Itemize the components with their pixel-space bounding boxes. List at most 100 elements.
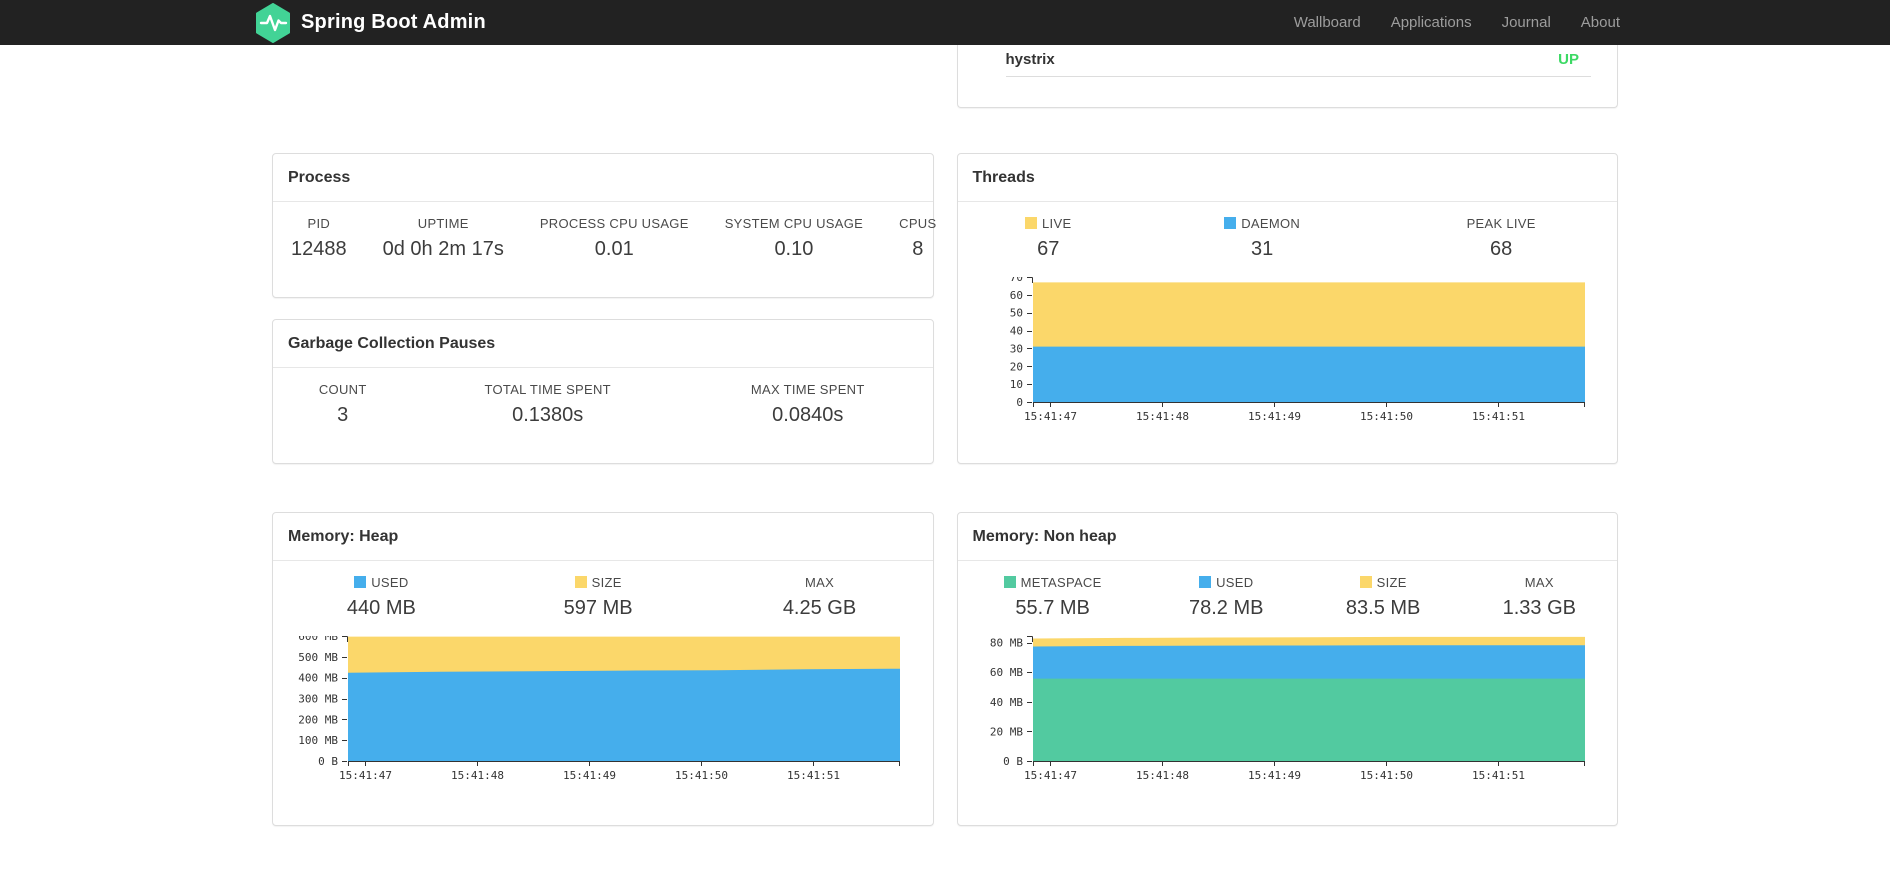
memory-nonheap-panel-title: Memory: Non heap — [957, 513, 1617, 561]
navbar-container: Spring Boot Admin Wallboard Applications… — [255, 0, 1635, 45]
metric-value: 0.10 — [774, 238, 814, 260]
metric-label: PEAK LIVE — [1466, 216, 1536, 231]
threads-metrics: LIVE 67 DAEMON 31 PEAK LIVE 68 — [958, 214, 1618, 263]
metric-max-time-spent: MAX TIME SPENT 0.0840s — [683, 380, 933, 429]
metric-count: COUNT 3 — [273, 380, 412, 429]
metric-value: 0.0840s — [772, 404, 844, 426]
nav-item-journal[interactable]: Journal — [1487, 0, 1566, 45]
legend-swatch-icon — [1003, 576, 1016, 588]
threads-panel-title: Threads — [957, 154, 1617, 202]
metric-value: 1.33 GB — [1502, 597, 1576, 619]
memory-nonheap-metrics: METASPACE 55.7 MB USED 78.2 MB SIZE 83.5 MB MA… — [958, 573, 1618, 622]
navbar: Spring Boot Admin Wallboard Applications… — [0, 0, 1890, 45]
main-content: hystrix UP Process PID 12488 UPTIME 0d 0h 2… — [272, 0, 1618, 826]
metric-live: LIVE 67 — [958, 214, 1139, 263]
metric-process-cpu-usage: PROCESS CPU USAGE 0.01 — [522, 214, 707, 263]
metric-label: METASPACE — [976, 575, 1130, 590]
svg-text:80 MB: 80 MB — [989, 637, 1022, 650]
metric-used: USED 78.2 MB — [1148, 573, 1305, 622]
application-name[interactable]: hystrix — [1006, 51, 1055, 68]
metric-label: SYSTEM CPU USAGE — [724, 216, 864, 231]
svg-text:15:41:48: 15:41:48 — [451, 769, 504, 782]
memory-heap-panel: Memory: Heap USED 440 MB SIZE 597 MB MAX 4.25… — [272, 512, 934, 826]
svg-text:15:41:50: 15:41:50 — [675, 769, 728, 782]
svg-text:600 MB: 600 MB — [298, 636, 338, 643]
svg-text:20: 20 — [1009, 360, 1022, 373]
metric-daemon: DAEMON 31 — [1139, 214, 1385, 263]
svg-text:15:41:51: 15:41:51 — [1472, 769, 1525, 782]
spring-boot-admin-logo-icon — [255, 2, 291, 43]
metric-value: 55.7 MB — [1015, 597, 1090, 619]
svg-text:15:41:50: 15:41:50 — [1360, 769, 1413, 782]
legend-swatch-icon — [1224, 217, 1237, 229]
application-list-item-hystrix[interactable]: hystrix UP — [958, 45, 1618, 68]
svg-text:0: 0 — [1016, 396, 1023, 409]
metric-size: SIZE 83.5 MB — [1305, 573, 1462, 622]
metric-value: 597 MB — [563, 597, 633, 619]
nav-item-about[interactable]: About — [1566, 0, 1635, 45]
applications-panel: hystrix UP — [956, 45, 1618, 108]
metric-label: SIZE — [508, 575, 689, 590]
svg-text:30: 30 — [1009, 342, 1022, 355]
gc-panel: Garbage Collection Pauses COUNT 3 TOTAL TI… — [272, 319, 934, 464]
details-row-1: Process PID 12488 UPTIME 0d 0h 2m 17s PROCES… — [272, 153, 1618, 464]
svg-text:15:41:51: 15:41:51 — [1472, 410, 1525, 423]
svg-text:50: 50 — [1009, 307, 1022, 320]
svg-text:70: 70 — [1009, 277, 1022, 284]
metric-label: USED — [291, 575, 472, 590]
legend-swatch-icon — [1025, 217, 1038, 229]
metric-pid: PID 12488 — [273, 214, 365, 263]
metric-label: SIZE — [1323, 575, 1444, 590]
metric-value: 68 — [1490, 238, 1513, 260]
metric-peak-live: PEAK LIVE 68 — [1385, 214, 1617, 263]
threads-chart: 0 10 20 30 40 50 60 70 15:41:47 15:41:48 15:41:49 1… — [973, 277, 1603, 427]
metric-label: USED — [1166, 575, 1287, 590]
svg-text:0 B: 0 B — [318, 755, 338, 768]
svg-text:15:41:48: 15:41:48 — [1136, 410, 1189, 423]
metric-value: 67 — [1037, 238, 1060, 260]
metric-value: 0.01 — [594, 238, 634, 260]
metric-uptime: UPTIME 0d 0h 2m 17s — [365, 214, 522, 263]
process-panel-title: Process — [273, 154, 933, 202]
svg-text:15:41:47: 15:41:47 — [339, 769, 392, 782]
metric-label: DAEMON — [1157, 216, 1367, 231]
memory-heap-chart: 0 B 100 MB 200 MB 300 MB 400 MB 500 MB 600 MB 1… — [288, 636, 918, 786]
svg-text:15:41:50: 15:41:50 — [1360, 410, 1413, 423]
metric-value: 12488 — [291, 238, 347, 260]
application-status-badge: UP — [1558, 51, 1579, 68]
metric-label: PID — [307, 216, 331, 231]
metric-value: 0.1380s — [512, 404, 584, 426]
svg-text:300 MB: 300 MB — [298, 693, 338, 706]
applications-row: hystrix UP — [272, 45, 1618, 108]
metric-max: MAX 1.33 GB — [1462, 573, 1617, 622]
metric-label: TOTAL TIME SPENT — [484, 382, 611, 397]
legend-swatch-icon — [1359, 576, 1372, 588]
metric-total-time-spent: TOTAL TIME SPENT 0.1380s — [412, 380, 683, 429]
svg-text:15:41:49: 15:41:49 — [563, 769, 616, 782]
nav-item-wallboard[interactable]: Wallboard — [1279, 0, 1376, 45]
metric-system-cpu-usage: SYSTEM CPU USAGE 0.10 — [707, 214, 881, 263]
brand[interactable]: Spring Boot Admin — [255, 2, 486, 43]
metric-value: 8 — [912, 238, 924, 260]
memory-nonheap-panel: Memory: Non heap METASPACE 55.7 MB USED 78.… — [956, 512, 1618, 826]
legend-swatch-icon — [574, 576, 587, 588]
svg-text:15:41:49: 15:41:49 — [1248, 769, 1301, 782]
svg-text:40 MB: 40 MB — [989, 696, 1022, 709]
metric-label: MAX — [804, 575, 835, 590]
nav-item-applications[interactable]: Applications — [1376, 0, 1487, 45]
legend-swatch-icon — [1199, 576, 1212, 588]
svg-text:15:41:51: 15:41:51 — [787, 769, 840, 782]
svg-text:0 B: 0 B — [1003, 755, 1023, 768]
metric-label: LIVE — [976, 216, 1121, 231]
legend-swatch-icon — [354, 576, 367, 588]
applications-row-left-spacer — [272, 45, 934, 108]
nav-links: Wallboard Applications Journal About — [1279, 0, 1635, 45]
process-panel: Process PID 12488 UPTIME 0d 0h 2m 17s PROCES… — [272, 153, 936, 298]
svg-text:200 MB: 200 MB — [298, 713, 338, 726]
metric-size: SIZE 597 MB — [490, 573, 707, 622]
metric-value: 0d 0h 2m 17s — [382, 238, 504, 260]
svg-text:10: 10 — [1009, 378, 1022, 391]
gc-metrics: COUNT 3 TOTAL TIME SPENT 0.1380s MAX TIME SP… — [273, 380, 933, 429]
application-row-divider — [1005, 76, 1591, 77]
metric-label: MAX TIME SPENT — [750, 382, 865, 397]
